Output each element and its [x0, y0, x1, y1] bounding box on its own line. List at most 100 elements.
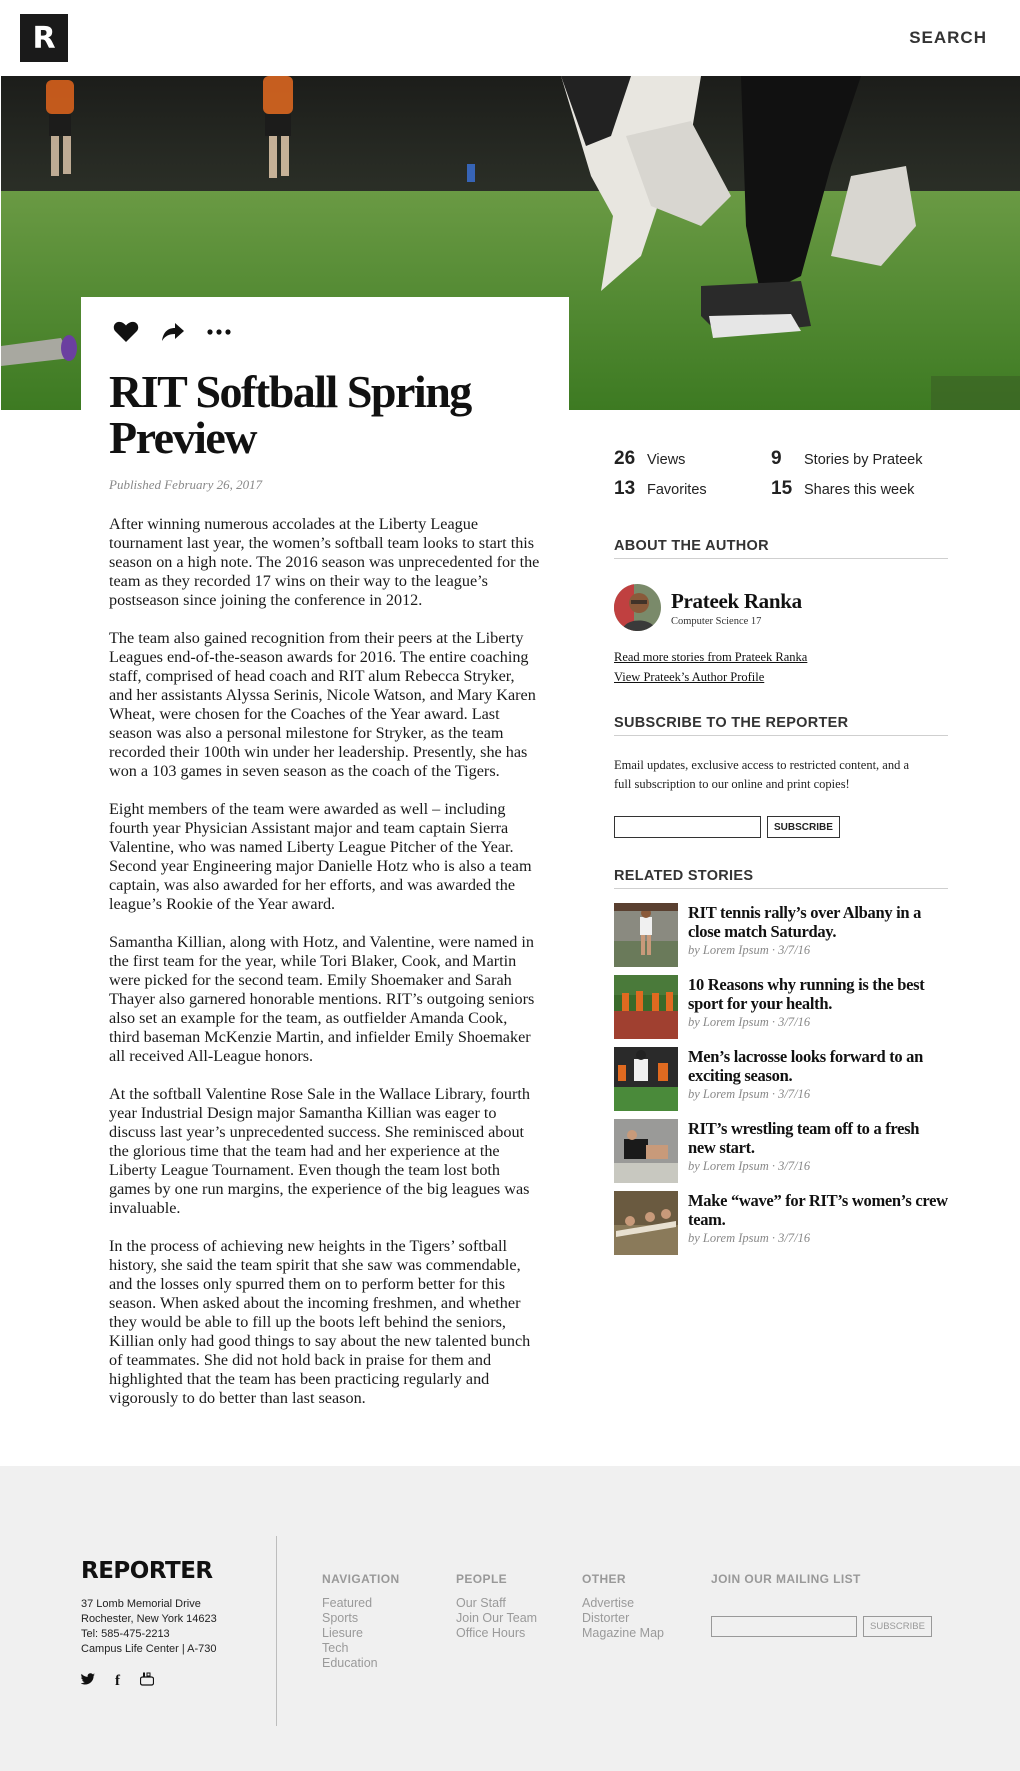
footer-link[interactable]: Sports: [322, 1611, 400, 1626]
publish-date: Published February 26, 2017: [109, 477, 263, 492]
story-thumbnail[interactable]: [614, 1191, 678, 1255]
story-date: 3/7/16: [778, 1231, 811, 1245]
mailing-email-input[interactable]: [711, 1616, 857, 1637]
twitter-icon[interactable]: [80, 1673, 95, 1689]
footer-people: PEOPLE Our Staff Join Our Team Office Ho…: [456, 1572, 537, 1641]
story-title[interactable]: RIT tennis rally’s over Albany in a clos…: [688, 903, 948, 941]
story-author: by Lorem Ipsum: [688, 1087, 769, 1101]
article-paragraph: Eight members of the team were awarded a…: [109, 800, 532, 913]
address-line: Rochester, New York 14623: [81, 1613, 217, 1625]
heart-icon[interactable]: [113, 321, 139, 343]
footer-col-heading: JOIN OUR MAILING LIST: [711, 1572, 861, 1586]
meta-separator: ·: [771, 943, 776, 957]
author-profile-link[interactable]: View Prateek’s Author Profile: [614, 667, 948, 687]
meta-separator: ·: [771, 1015, 776, 1029]
subscribe-button[interactable]: SUBSCRIBE: [767, 816, 840, 838]
footer-divider: [276, 1536, 277, 1726]
story-date: 3/7/16: [778, 943, 811, 957]
search-link[interactable]: SEARCH: [909, 28, 987, 48]
subscribe-form: SUBSCRIBE: [614, 816, 948, 838]
story-thumbnail[interactable]: [614, 1119, 678, 1183]
stat-label: Favorites: [647, 482, 707, 498]
avatar[interactable]: [614, 584, 661, 631]
address-line: Campus Life Center | A-730: [81, 1643, 217, 1655]
story-meta: by Lorem Ipsum · 3/7/16: [688, 1015, 948, 1030]
story-title[interactable]: RIT’s wrestling team off to a fresh new …: [688, 1119, 948, 1157]
stat-number: 15: [771, 478, 793, 499]
related-stories-list: RIT tennis rally’s over Albany in a clos…: [614, 903, 948, 1255]
stat-views: 26 Views: [614, 448, 771, 470]
mailing-subscribe-button[interactable]: SUBSCRIBE: [863, 1616, 932, 1637]
related-story[interactable]: RIT tennis rally’s over Albany in a clos…: [614, 903, 948, 967]
story-author: by Lorem Ipsum: [688, 1015, 769, 1029]
youtube-icon[interactable]: [139, 1672, 155, 1690]
subscribe-description: Email updates, exclusive access to restr…: [614, 758, 910, 791]
stat-label: Stories by Prateek: [804, 452, 923, 468]
story-author: by Lorem Ipsum: [688, 1231, 769, 1245]
share-icon[interactable]: [161, 321, 185, 343]
story-thumbnail[interactable]: [614, 1047, 678, 1111]
footer-link[interactable]: Liesure: [322, 1626, 400, 1641]
footer-link[interactable]: Join Our Team: [456, 1611, 537, 1626]
author-links: Read more stories from Prateek Ranka Vie…: [614, 647, 948, 687]
article-paragraph: Samantha Killian, along with Hotz, and V…: [109, 933, 535, 1065]
site-header: R SEARCH: [0, 0, 1020, 76]
stat-shares: 15 Shares this week: [771, 478, 948, 500]
facebook-icon[interactable]: f: [115, 1673, 120, 1690]
story-meta: by Lorem Ipsum · 3/7/16: [688, 1231, 948, 1246]
meta-separator: ·: [771, 1231, 776, 1245]
meta-separator: ·: [771, 1087, 776, 1101]
story-date: 3/7/16: [778, 1015, 811, 1029]
footer-link[interactable]: Distorter: [582, 1611, 664, 1626]
footer-col-heading: OTHER: [582, 1572, 626, 1586]
story-thumbnail[interactable]: [614, 975, 678, 1039]
author-card: Prateek Ranka Computer Science 17: [614, 584, 948, 631]
footer-link[interactable]: Tech: [322, 1641, 400, 1656]
related-story[interactable]: Men’s lacrosse looks forward to an excit…: [614, 1047, 948, 1111]
footer-link[interactable]: Our Staff: [456, 1596, 537, 1611]
site-footer: REPORTER 37 Lomb Memorial Drive Rocheste…: [0, 1466, 1020, 1771]
story-thumbnail[interactable]: [614, 903, 678, 967]
footer-col-heading: NAVIGATION: [322, 1572, 400, 1586]
story-title[interactable]: Make “wave” for RIT’s women’s crew team.: [688, 1191, 948, 1229]
article-paragraph: At the softball Valentine Rose Sale in t…: [109, 1085, 530, 1217]
footer-link[interactable]: Magazine Map: [582, 1626, 664, 1641]
more-options-icon[interactable]: [207, 328, 231, 336]
mailing-list-form: SUBSCRIBE: [711, 1616, 932, 1637]
sidebar: 26 Views 9 Stories by Prateek 13 Favorites …: [614, 448, 948, 1263]
article-stats: 26 Views 9 Stories by Prateek 13 Favorites …: [614, 448, 948, 500]
address-line: Tel: 585-475-2213: [81, 1628, 170, 1640]
footer-address: 37 Lomb Memorial Drive Rochester, New Yo…: [81, 1597, 217, 1657]
footer-link[interactable]: Office Hours: [456, 1626, 537, 1641]
related-stories-heading: RELATED STORIES: [614, 868, 948, 889]
stat-stories: 9 Stories by Prateek: [771, 448, 948, 470]
article-title: RIT Softball Spring Preview: [109, 366, 472, 463]
about-author-heading: ABOUT THE AUTHOR: [614, 538, 948, 559]
site-logo[interactable]: R: [20, 14, 68, 62]
footer-other: OTHER Advertise Distorter Magazine Map: [582, 1572, 664, 1641]
footer-link[interactable]: Featured: [322, 1596, 400, 1611]
address-line: 37 Lomb Memorial Drive: [81, 1598, 201, 1610]
related-story[interactable]: 10 Reasons why running is the best sport…: [614, 975, 948, 1039]
article-body: After winning numerous accolades at the …: [109, 515, 541, 1408]
related-story[interactable]: Make “wave” for RIT’s women’s crew team.…: [614, 1191, 948, 1255]
article-card: RIT Softball Spring Preview Published Fe…: [81, 297, 569, 1427]
footer-link[interactable]: Advertise: [582, 1596, 664, 1611]
stat-number: 9: [771, 448, 782, 469]
stat-number: 26: [614, 448, 636, 469]
footer-link[interactable]: Education: [322, 1656, 400, 1671]
footer-navigation: NAVIGATION Featured Sports Liesure Tech …: [322, 1572, 400, 1671]
footer-brand[interactable]: REPORTER: [81, 1558, 213, 1584]
article-paragraph: In the process of achieving new heights …: [109, 1237, 531, 1407]
story-title[interactable]: 10 Reasons why running is the best sport…: [688, 975, 948, 1013]
story-author: by Lorem Ipsum: [688, 1159, 769, 1173]
subscribe-email-input[interactable]: [614, 816, 761, 838]
author-major: Computer Science 17: [671, 615, 762, 627]
author-name[interactable]: Prateek Ranka: [671, 589, 802, 614]
story-title[interactable]: Men’s lacrosse looks forward to an excit…: [688, 1047, 948, 1085]
story-meta: by Lorem Ipsum · 3/7/16: [688, 1087, 948, 1102]
story-meta: by Lorem Ipsum · 3/7/16: [688, 943, 948, 958]
more-stories-link[interactable]: Read more stories from Prateek Ranka: [614, 647, 948, 667]
related-story[interactable]: RIT’s wrestling team off to a fresh new …: [614, 1119, 948, 1183]
meta-separator: ·: [771, 1159, 776, 1173]
